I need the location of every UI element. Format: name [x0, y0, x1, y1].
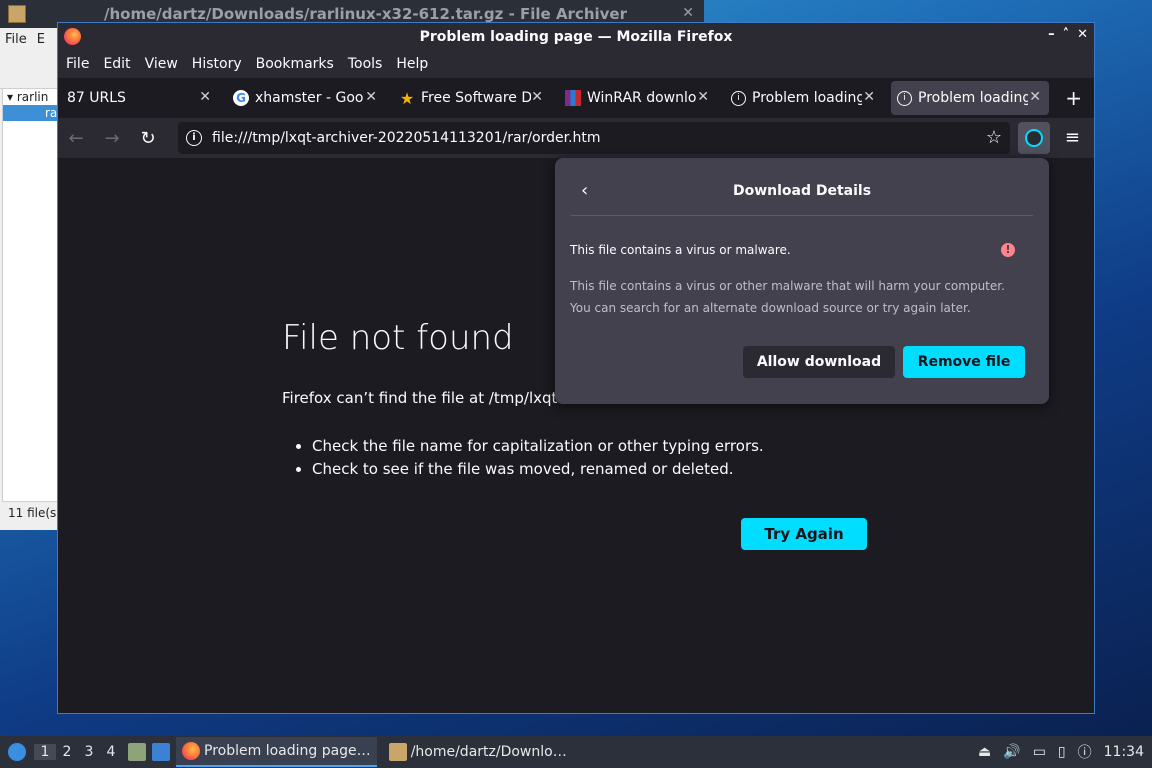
downloads-button[interactable] [1018, 122, 1050, 154]
tab-close-icon[interactable]: ✕ [863, 89, 875, 105]
clipboard-icon[interactable]: ▯ [1058, 744, 1066, 760]
desktop-1[interactable]: 1 [34, 744, 56, 760]
tab-close-icon[interactable]: ✕ [199, 89, 211, 105]
error-title: File not found [282, 318, 514, 358]
tab-87-urls[interactable]: 87 URLS ✕ [61, 81, 219, 115]
download-details-panel: ‹ Download Details This file contains a … [555, 158, 1049, 404]
firefox-task-icon [182, 742, 200, 760]
malware-warning: This file contains a virus or malware. [570, 243, 791, 257]
tree-item-rarlinux[interactable]: ▾ rarlin [3, 89, 57, 105]
archiver-task-icon [388, 743, 407, 761]
archiver-menu-file[interactable]: File [0, 32, 32, 47]
url-bar[interactable]: i file:///tmp/lxqt-archiver-202205141132… [178, 122, 1010, 154]
tab-problem-loading-2[interactable]: i Problem loading ✕ [891, 81, 1049, 115]
detail-line-1: This file contains a virus or other malw… [570, 279, 1005, 293]
archive-icon [8, 5, 26, 23]
tab-label: 87 URLS [67, 90, 126, 106]
firefox-titlebar: Problem loading page — Mozilla Firefox –… [58, 23, 1094, 50]
tree-item-rar[interactable]: ra [3, 105, 57, 121]
notification-icon[interactable]: ⓘ [1078, 742, 1092, 762]
close-icon[interactable]: ✕ [1077, 27, 1088, 42]
panel-title: Download Details [732, 183, 872, 199]
tab-close-icon[interactable]: ✕ [365, 89, 377, 105]
suggestion-item: Check the file name for capitalization o… [312, 437, 764, 455]
maximize-icon[interactable]: ˄ [1063, 27, 1070, 42]
system-tray: ⏏ 🔊 ▭ ▯ ⓘ 11:34 [978, 742, 1144, 762]
file-manager-icon[interactable] [128, 743, 146, 761]
firefox-menubar: File Edit View History Bookmarks Tools H… [58, 50, 1094, 78]
desktop-2[interactable]: 2 [56, 744, 78, 760]
task-label: /home/dartz/Downlo… [410, 744, 567, 760]
firefox-logo-icon [64, 28, 81, 45]
menu-tools[interactable]: Tools [341, 56, 390, 72]
tab-label: xhamster - Goo [255, 90, 364, 106]
archiver-status: 11 file(s [8, 506, 57, 520]
bookmark-star-icon[interactable]: ☆ [986, 127, 1002, 148]
network-icon[interactable]: ▭ [1033, 744, 1046, 760]
archiver-close-icon[interactable]: ✕ [682, 5, 694, 21]
desktop-3[interactable]: 3 [78, 744, 100, 760]
tab-free-software[interactable]: ★ Free Software D ✕ [393, 81, 551, 115]
malware-detail: This file contains a virus or other malw… [570, 275, 1030, 319]
panel-divider [571, 215, 1033, 216]
new-tab-icon[interactable]: + [1065, 86, 1082, 110]
allow-download-button[interactable]: Allow download [743, 346, 895, 378]
winrar-icon [565, 90, 581, 106]
clock[interactable]: 11:34 [1104, 744, 1144, 760]
error-suggestions: Check the file name for capitalization o… [298, 437, 764, 483]
tab-bar: 87 URLS ✕ G xhamster - Goo ✕ ★ Free Soft… [58, 78, 1094, 118]
menu-help[interactable]: Help [389, 56, 435, 72]
remove-file-button[interactable]: Remove file [903, 346, 1025, 378]
site-info-icon[interactable]: i [186, 130, 202, 146]
downloads-progress-icon [1025, 129, 1043, 147]
minimize-icon[interactable]: – [1048, 27, 1055, 42]
archiver-menu-edit[interactable]: E [32, 32, 50, 47]
url-text[interactable]: file:///tmp/lxqt-archiver-20220514113201… [212, 130, 601, 146]
eject-icon[interactable]: ⏏ [978, 744, 991, 760]
menu-history[interactable]: History [185, 56, 249, 72]
task-archiver[interactable]: /home/dartz/Downlo… [383, 738, 573, 766]
google-icon: G [233, 90, 249, 106]
task-label: Problem loading page… [204, 743, 371, 759]
back-icon[interactable]: ← [58, 128, 94, 149]
menu-bookmarks[interactable]: Bookmarks [249, 56, 341, 72]
forward-icon[interactable]: → [94, 128, 130, 149]
tab-label: WinRAR downlo [587, 90, 697, 106]
tab-label: Problem loading [752, 90, 862, 106]
tab-label: Problem loading [918, 90, 1028, 106]
nav-bar: ← → ↻ i file:///tmp/lxqt-archiver-202205… [58, 118, 1094, 158]
menu-edit[interactable]: Edit [96, 56, 137, 72]
hamburger-menu-icon[interactable]: ≡ [1065, 127, 1080, 148]
desktop-4[interactable]: 4 [100, 744, 122, 760]
volume-icon[interactable]: 🔊 [1003, 744, 1020, 760]
info-icon: i [731, 90, 746, 106]
window-title: Problem loading page — Mozilla Firefox [419, 28, 733, 45]
taskbar: 1 2 3 4 Problem loading page… /home/dart… [0, 736, 1152, 768]
detail-line-2: You can search for an alternate download… [570, 301, 971, 315]
tab-close-icon[interactable]: ✕ [531, 89, 543, 105]
suggestion-item: Check to see if the file was moved, rena… [312, 460, 764, 478]
tab-close-icon[interactable]: ✕ [697, 89, 709, 105]
menu-file[interactable]: File [58, 56, 96, 72]
tab-winrar[interactable]: WinRAR downlo ✕ [559, 81, 717, 115]
tab-close-icon[interactable]: ✕ [1029, 89, 1041, 105]
menu-view[interactable]: View [138, 56, 185, 72]
try-again-button[interactable]: Try Again [741, 518, 867, 550]
show-desktop-icon[interactable] [152, 743, 170, 761]
task-firefox[interactable]: Problem loading page… [176, 737, 377, 767]
info-icon: i [897, 90, 912, 106]
archiver-tree: ▾ rarlin ra [2, 88, 58, 502]
window-controls: – ˄ ✕ [1048, 27, 1088, 42]
start-menu-icon[interactable] [8, 743, 26, 761]
reload-icon[interactable]: ↻ [130, 128, 166, 149]
star-icon: ★ [399, 88, 415, 108]
archiver-title: /home/dartz/Downloads/rarlinux-x32-612.t… [104, 5, 628, 23]
tab-xhamster[interactable]: G xhamster - Goo ✕ [227, 81, 385, 115]
error-description: Firefox can’t find the file at /tmp/lxqt [282, 389, 558, 407]
tab-label: Free Software D [421, 90, 531, 106]
tab-problem-loading-1[interactable]: i Problem loading ✕ [725, 81, 883, 115]
warning-icon: ! [1001, 243, 1015, 257]
